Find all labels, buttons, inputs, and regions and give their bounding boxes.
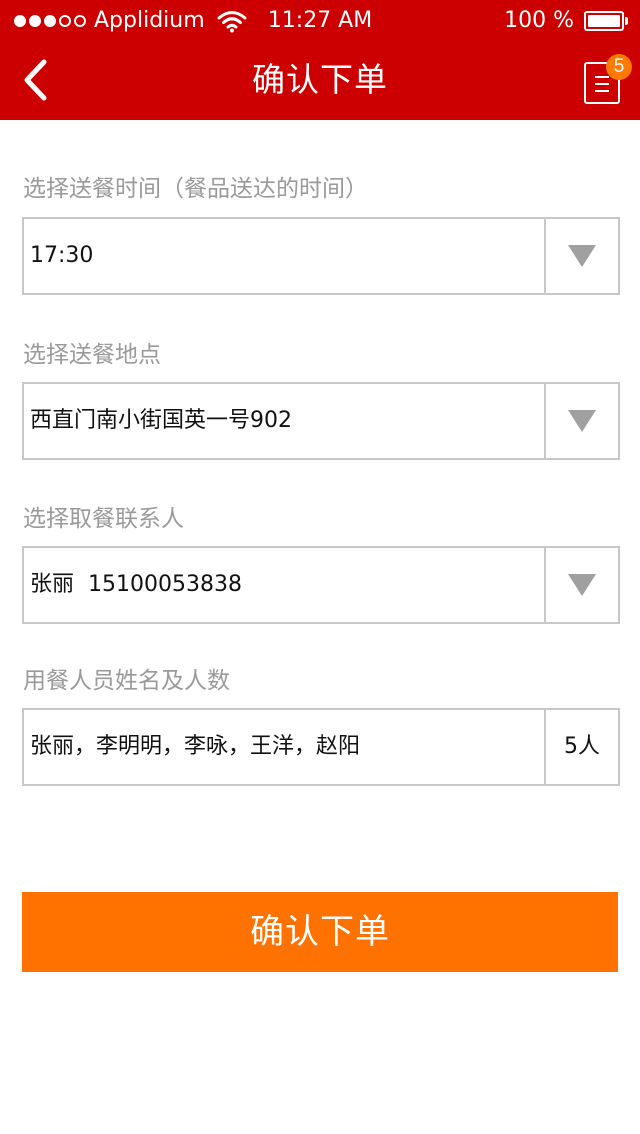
order-count-badge: 5	[606, 54, 632, 80]
diners-label: 用餐人员姓名及人数	[23, 668, 230, 694]
diners-input[interactable]: 张丽，李明明，李咏，王洋，赵阳 5人	[22, 708, 620, 786]
status-bar: Applidium 11:27 AM 100 %	[0, 0, 640, 40]
battery-icon	[584, 11, 628, 31]
pickup-contact-value: 张丽 15100053838	[30, 572, 242, 597]
delivery-time-value: 17:30	[30, 243, 94, 268]
delivery-time-label: 选择送餐时间（餐品送达的时间）	[23, 176, 368, 202]
pickup-contact-dropdown-button[interactable]	[546, 548, 618, 622]
pickup-contact-select[interactable]: 张丽 15100053838	[22, 546, 620, 624]
triangle-down-icon	[568, 574, 596, 596]
back-button[interactable]	[0, 40, 70, 120]
page-title: 确认下单	[252, 60, 388, 99]
battery-status: 100 %	[504, 7, 628, 35]
pickup-contact-label: 选择取餐联系人	[23, 506, 184, 532]
diners-count: 5人	[564, 734, 600, 759]
delivery-location-label: 选择送餐地点	[23, 342, 161, 368]
confirm-order-button[interactable]: 确认下单	[22, 892, 618, 972]
triangle-down-icon	[568, 245, 596, 267]
chevron-left-icon	[24, 59, 47, 101]
order-list-button[interactable]: 5	[582, 54, 632, 106]
delivery-location-value: 西直门南小街国英一号902	[30, 408, 292, 433]
delivery-time-dropdown-button[interactable]	[546, 219, 618, 293]
nav-bar: 确认下单 5	[0, 40, 640, 120]
triangle-down-icon	[568, 410, 596, 432]
delivery-time-select[interactable]: 17:30	[22, 217, 620, 295]
delivery-location-dropdown-button[interactable]	[546, 384, 618, 458]
battery-percentage: 100 %	[504, 8, 574, 33]
delivery-location-select[interactable]: 西直门南小街国英一号902	[22, 382, 620, 460]
diners-names-value: 张丽，李明明，李咏，王洋，赵阳	[30, 734, 361, 759]
